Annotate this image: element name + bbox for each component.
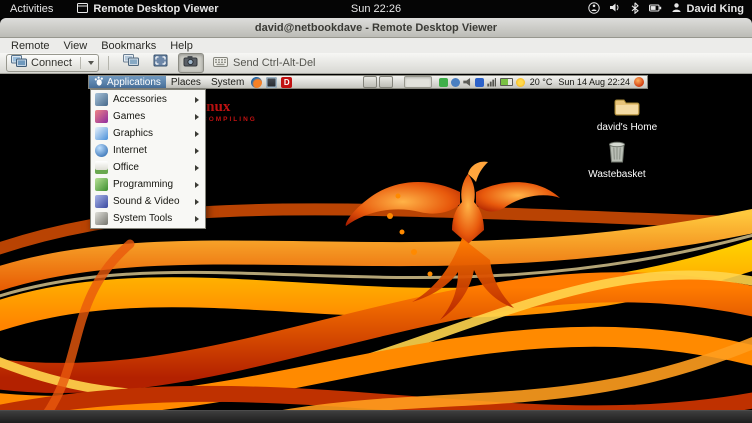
temperature-readout[interactable]: 20 °C [530,77,553,87]
bluetooth-icon[interactable] [630,2,640,17]
display-launcher-icon[interactable] [266,77,277,88]
d-launcher-icon[interactable]: D [281,77,292,88]
menu-item-system-tools[interactable]: System Tools [92,210,204,227]
remote-places-menu[interactable]: Places [166,76,206,88]
remote-applications-label: Applications [107,77,161,88]
desktop-icon-label: david's Home [597,122,657,133]
remote-top-panel: Applications Places System D 20 °C Sun 1 [88,75,648,89]
submenu-arrow-icon [195,148,199,154]
sound-video-icon [95,195,108,208]
menu-item-games[interactable]: Games [92,108,204,125]
menu-view[interactable]: View [57,40,95,52]
fullscreen-button[interactable] [148,53,174,73]
home-folder-icon [614,96,640,119]
accessories-icon [95,93,108,106]
disconnect-button[interactable] [118,53,144,73]
window-title: david@netbookdave - Remote Desktop Viewe… [255,22,497,34]
button-divider [80,57,81,69]
taskbar-item[interactable] [379,76,393,88]
messenger-tray-icon[interactable] [451,78,460,87]
applications-dropdown-menu: Accessories Games Graphics Internet Offi [90,89,206,229]
menu-item-graphics[interactable]: Graphics [92,125,204,142]
remote-panel-clock[interactable]: Sun 14 Aug 22:24 [558,77,630,87]
screenshot-icon [183,54,198,72]
wallpaper-logo-text: inux [202,100,257,115]
toolbar-separator [108,56,109,70]
system-tools-icon [95,212,108,225]
remote-places-label: Places [171,77,201,88]
shutdown-icon[interactable] [634,77,644,87]
submenu-arrow-icon [195,114,199,120]
chevron-down-icon [88,61,94,65]
network-signal-icon[interactable] [487,78,496,87]
office-icon [95,161,108,174]
connect-button[interactable]: Connect [6,54,99,72]
bluetooth-tray-icon[interactable] [475,78,484,87]
submenu-arrow-icon [195,199,199,205]
accessibility-icon[interactable] [588,2,600,17]
remote-bottom-panel[interactable] [0,410,752,423]
keyboard-icon [213,57,228,70]
fullscreen-icon [153,54,168,72]
disconnect-icon [123,54,139,72]
menu-item-sound-video[interactable]: Sound & Video [92,193,204,210]
menu-item-office[interactable]: Office [92,159,204,176]
submenu-arrow-icon [195,216,199,222]
focused-app-indicator[interactable]: Remote Desktop Viewer [77,3,218,16]
window-titlebar[interactable]: david@netbookdave - Remote Desktop Viewe… [0,18,752,38]
remote-applications-menu[interactable]: Applications [89,76,166,88]
wallpaper-logo-subtext: COMPILING [202,117,257,124]
focused-app-name: Remote Desktop Viewer [93,3,218,15]
submenu-arrow-icon [195,182,199,188]
games-icon [95,110,108,123]
connect-label: Connect [31,57,72,69]
send-ctrl-alt-del-button[interactable]: Send Ctrl-Alt-Del [208,54,321,72]
applications-menu-icon [94,76,104,89]
menu-remote[interactable]: Remote [4,40,57,52]
graphics-icon [95,127,108,140]
menu-item-programming[interactable]: Programming [92,176,204,193]
connect-icon [11,55,27,71]
gnome-shell-top-bar: Activities Remote Desktop Viewer Sun 22:… [0,0,752,18]
internet-icon [95,144,108,157]
activities-button[interactable]: Activities [0,0,63,18]
programming-icon [95,178,108,191]
user-menu[interactable]: David King [671,2,744,16]
menu-item-accessories[interactable]: Accessories [92,91,204,108]
menubar: Remote View Bookmarks Help [0,38,752,53]
firefox-launcher-icon[interactable] [251,77,262,88]
volume-tray-icon[interactable] [463,78,472,87]
menu-bookmarks[interactable]: Bookmarks [94,40,163,52]
desktop-icon-wastebasket[interactable]: Wastebasket [584,140,650,180]
user-name: David King [687,3,744,15]
battery-icon[interactable] [649,3,662,16]
app-window-icon [77,3,88,16]
notification-area[interactable] [404,76,432,88]
desktop-icon-home[interactable]: david's Home [594,96,660,133]
screenshot-button[interactable] [178,53,204,73]
remote-system-menu[interactable]: System [206,76,249,88]
desktop-icon-label: Wastebasket [588,169,645,180]
send-ctrl-alt-del-label: Send Ctrl-Alt-Del [233,57,316,69]
remote-system-label: System [211,77,244,88]
taskbar-item[interactable] [363,76,377,88]
battery-tray-icon[interactable] [500,78,513,86]
submenu-arrow-icon [195,165,199,171]
update-notifier-icon[interactable] [439,78,448,87]
submenu-arrow-icon [195,131,199,137]
toolbar: Connect Send Ctrl-Alt-Del [0,53,752,74]
remote-desktop-viewport[interactable]: inux COMPILING Applications Places Syste… [0,74,752,423]
wastebasket-icon [607,140,627,166]
submenu-arrow-icon [195,97,199,103]
shell-clock[interactable]: Sun 22:26 [351,0,401,18]
volume-icon[interactable] [609,2,621,16]
user-icon [671,2,682,16]
weather-icon [516,78,525,87]
menu-help[interactable]: Help [163,40,200,52]
screen: Activities Remote Desktop Viewer Sun 22:… [0,0,752,423]
menu-item-internet[interactable]: Internet [92,142,204,159]
wallpaper-logo: inux COMPILING [202,100,257,124]
